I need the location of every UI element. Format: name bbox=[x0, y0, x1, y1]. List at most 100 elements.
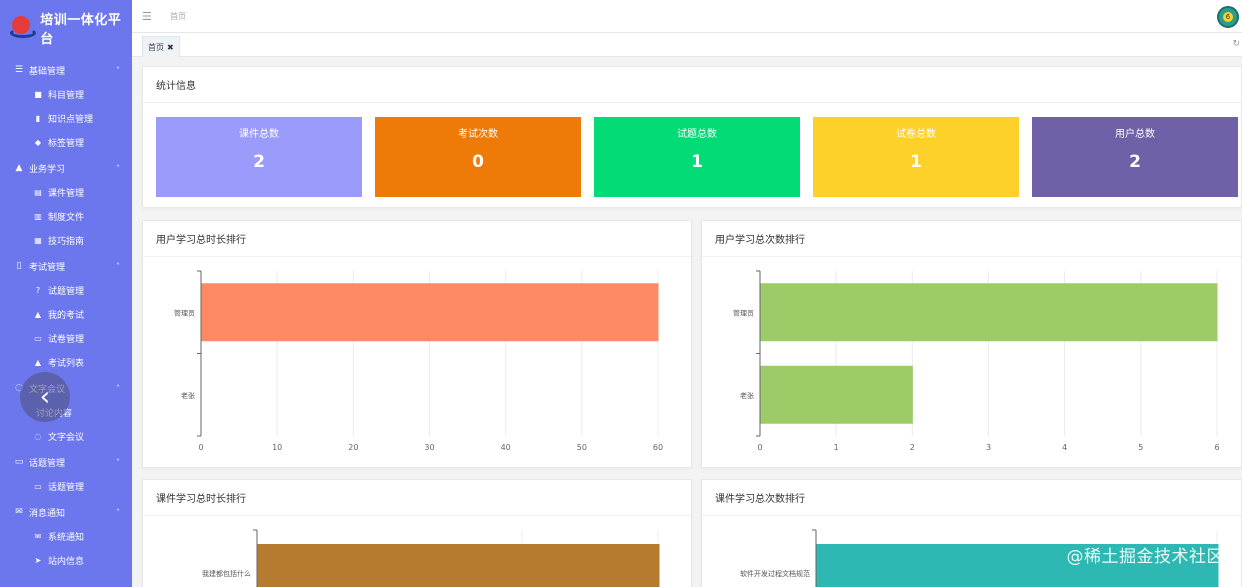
graduation-cap-icon: ▲ bbox=[34, 309, 42, 319]
sidebar-group-label: 基础管理 bbox=[29, 66, 66, 77]
sidebar-menu: ☰ 基础管理 ˄ ■ 科目管理 ▮ 知识点管理 ◆ 标签管理 ▲ 业务学习 ˄ ▤ 课件管理 ▥ 制度文件 ▦ 技… bbox=[0, 58, 132, 572]
avatar[interactable]: 6 bbox=[1217, 6, 1239, 28]
sidebar-group[interactable]: ▭ 话题管理 ˄ bbox=[0, 450, 132, 474]
stat-card: 课件总数 2 bbox=[156, 117, 362, 197]
chevron-up-icon: ˄ bbox=[116, 163, 120, 173]
close-icon[interactable]: ✖ bbox=[167, 43, 174, 52]
x-tick-label: 6 bbox=[1214, 443, 1219, 452]
sidebar-group[interactable]: ☰ 基础管理 ˄ bbox=[0, 58, 132, 82]
sidebar-item[interactable]: ▮ 知识点管理 bbox=[0, 106, 132, 130]
x-tick-label: 20 bbox=[348, 443, 358, 452]
sidebar-item[interactable]: ▤ 课件管理 bbox=[0, 180, 132, 204]
chart-title: 用户学习总次数排行 bbox=[702, 221, 1241, 257]
sidebar-item[interactable]: ◌ 文字会议 bbox=[0, 424, 132, 448]
sidebar-item[interactable]: ? 试题管理 bbox=[0, 278, 132, 302]
y-category-label: 老张 bbox=[181, 391, 195, 400]
sidebar-item[interactable]: ▥ 制度文件 bbox=[0, 204, 132, 228]
sidebar-item-label: 考试列表 bbox=[48, 358, 85, 369]
sidebar-item[interactable]: ▲ 我的考试 bbox=[0, 302, 132, 326]
sidebar-item-label: 站内信息 bbox=[48, 556, 85, 567]
y-category-label: 软件开发过程文档规范 bbox=[740, 569, 810, 578]
sidebar-item[interactable]: ◆ 标签管理 bbox=[0, 130, 132, 154]
tag-icon: ◆ bbox=[34, 137, 42, 147]
chart-title: 课件学习总次数排行 bbox=[702, 480, 1241, 516]
watermark: @稀土掘金技术社区 bbox=[1066, 547, 1224, 567]
stat-card-label: 试题总数 bbox=[677, 129, 717, 140]
y-category-label: 我建都包括什么 bbox=[202, 569, 251, 578]
sidebar-item[interactable]: ■ 科目管理 bbox=[0, 82, 132, 106]
sidebar-item-label: 系统通知 bbox=[48, 532, 85, 543]
sidebar-group[interactable]: ▲ 业务学习 ˄ bbox=[0, 156, 132, 180]
chevron-up-icon: ˄ bbox=[116, 507, 120, 517]
file-text-icon: ▥ bbox=[34, 211, 42, 221]
chevron-up-icon: ˄ bbox=[116, 457, 120, 467]
bookmark-icon: ▮ bbox=[35, 113, 41, 123]
sidebar-item-label: 知识点管理 bbox=[48, 114, 94, 125]
tab-bar: 首页 ✖ ↻ bbox=[132, 33, 1242, 57]
graduation-cap-icon: ▲ bbox=[34, 357, 42, 367]
sidebar-item[interactable]: ▲ 考试列表 bbox=[0, 350, 132, 374]
y-category-label: 管理员 bbox=[174, 308, 195, 317]
logo-mark-icon bbox=[10, 16, 36, 40]
chart-title: 课件学习总时长排行 bbox=[143, 480, 691, 516]
stat-card-label: 课件总数 bbox=[239, 129, 279, 140]
y-category-label: 老张 bbox=[740, 391, 754, 400]
x-tick-label: 40 bbox=[501, 443, 511, 452]
stat-card-label: 试卷总数 bbox=[896, 129, 936, 140]
menu-toggle-icon[interactable]: ☰ bbox=[142, 10, 152, 23]
bar bbox=[760, 283, 1218, 342]
chart-panel-course-count: 课件学习总次数排行 软件开发过程文档规范 bbox=[701, 479, 1242, 587]
x-tick-label: 1 bbox=[834, 443, 839, 452]
stat-card-value: 1 bbox=[691, 152, 703, 172]
chevron-up-icon: ˄ bbox=[116, 65, 120, 75]
chart-panel-user-count: 用户学习总次数排行 0 1 2 3 4 5 6 管理员 老张 bbox=[701, 220, 1242, 468]
sidebar-item[interactable]: ▭ 试卷管理 bbox=[0, 326, 132, 350]
sidebar-group-label: 话题管理 bbox=[29, 458, 66, 469]
sidebar-item[interactable]: ▦ 技巧指南 bbox=[0, 228, 132, 252]
app-logo[interactable]: 培训一体化平台 bbox=[0, 0, 132, 56]
stat-card-value: 0 bbox=[472, 152, 484, 172]
sidebar-item-label: 标签管理 bbox=[48, 138, 85, 149]
bar bbox=[201, 283, 659, 342]
sidebar-item-label: 话题管理 bbox=[48, 482, 85, 493]
x-tick-label: 2 bbox=[910, 443, 915, 452]
back-arrow-button[interactable]: ‹ bbox=[20, 372, 70, 422]
sidebar-item-label: 文字会议 bbox=[48, 432, 85, 443]
x-tick-label: 60 bbox=[653, 443, 663, 452]
sidebar-item-label: 试卷管理 bbox=[48, 334, 85, 345]
x-tick-label: 0 bbox=[198, 443, 203, 452]
sidebar-item-label: 技巧指南 bbox=[48, 236, 85, 247]
sidebar-item[interactable]: ▭ 话题管理 bbox=[0, 474, 132, 498]
chart-title: 用户学习总时长排行 bbox=[143, 221, 691, 257]
question-circle-icon: ? bbox=[35, 285, 41, 295]
refresh-icon[interactable]: ↻ bbox=[1232, 39, 1240, 49]
stat-card-value: 2 bbox=[1129, 152, 1141, 172]
stat-card-value: 2 bbox=[253, 152, 265, 172]
breadcrumb[interactable]: 首页 bbox=[170, 11, 186, 22]
sidebar-group[interactable]: ✉ 消息通知 ˄ bbox=[0, 500, 132, 524]
sidebar-item[interactable]: ➤ 站内信息 bbox=[0, 548, 132, 572]
sidebar-item[interactable]: ✉ 系统通知 bbox=[0, 524, 132, 548]
file-code-icon: ▦ bbox=[34, 235, 42, 245]
chevron-up-icon: ˄ bbox=[116, 261, 120, 271]
sidebar-item-label: 课件管理 bbox=[48, 188, 85, 199]
tab-home[interactable]: 首页 ✖ bbox=[142, 36, 180, 57]
app-title: 培训一体化平台 bbox=[40, 13, 122, 47]
user-count-bar-chart: 0 1 2 3 4 5 6 管理员老张 bbox=[733, 270, 1220, 452]
stat-card: 考试次数 0 bbox=[375, 117, 581, 197]
stats-panel: 统计信息 课件总数 2 考试次数 0 试题总数 1 试卷总数 1 用户总数 2 bbox=[142, 66, 1242, 208]
x-tick-label: 5 bbox=[1138, 443, 1143, 452]
comment-icon: ◌ bbox=[34, 431, 42, 441]
envelope-icon: ✉ bbox=[15, 507, 23, 517]
envelope-icon: ✉ bbox=[34, 531, 42, 541]
chevron-up-icon: ˄ bbox=[116, 383, 120, 393]
top-header: ☰ 首页 6 bbox=[132, 0, 1242, 33]
id-card-icon: ▭ bbox=[34, 333, 42, 343]
sidebar-item-label: 制度文件 bbox=[48, 212, 85, 223]
id-card-icon: ▭ bbox=[14, 457, 24, 467]
sidebar-item-label: 科目管理 bbox=[48, 90, 85, 101]
chart-panel-user-duration: 用户学习总时长排行 0 10 20 30 40 50 60 管理员 老张 bbox=[142, 220, 692, 468]
x-tick-label: 30 bbox=[424, 443, 434, 452]
sidebar-group[interactable]: ▯ 考试管理 ˄ bbox=[0, 254, 132, 278]
stat-card-label: 考试次数 bbox=[458, 129, 498, 140]
